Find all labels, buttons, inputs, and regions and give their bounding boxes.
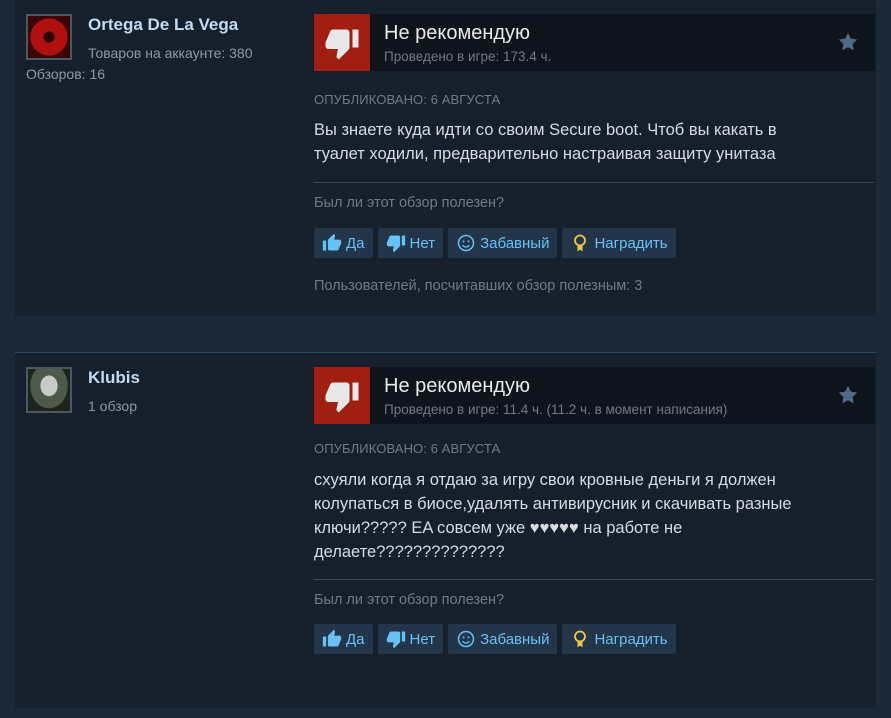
review-text-line: колупаться в биосе,удалять антивирусник … (314, 495, 792, 513)
helpful-count: Пользователей, посчитавших обзор полезны… (314, 278, 643, 294)
reviews-count[interactable]: 1 обзор (88, 398, 137, 414)
posted-date: ОПУБЛИКОВАНО: 6 АВГУСТА (314, 441, 501, 456)
award-label: Наградить (594, 234, 668, 252)
playtime: Проведено в игре: 11.4 ч. (11.2 ч. в мом… (384, 402, 728, 417)
vote-no-label: Нет (409, 234, 436, 252)
thumb-up-icon (322, 233, 342, 251)
thumb-down-icon (386, 235, 405, 253)
thumb-down-icon (325, 29, 359, 59)
products-count[interactable]: Товаров на аккаунте: 380 (88, 45, 253, 61)
divider (314, 182, 874, 183)
playtime: Проведено в игре: 173.4 ч. (384, 49, 552, 64)
vote-yes-label: Да (346, 630, 365, 648)
thumb-down-icon (325, 382, 359, 412)
posted-date: ОПУБЛИКОВАНО: 6 АВГУСТА (314, 92, 501, 107)
avatar[interactable] (26, 367, 72, 413)
vote-no-label: Нет (409, 630, 436, 648)
review-text-line: туалет ходили, предварительно настраивая… (314, 145, 776, 163)
review-text-line: схуяли когда я отдаю за игру свои кровны… (314, 471, 776, 489)
thumb-down-icon (386, 631, 405, 649)
vote-buttons: Да Нет Забавный Наградить (314, 228, 676, 258)
vote-funny-button[interactable]: Забавный (448, 624, 558, 654)
vote-yes-label: Да (346, 234, 365, 252)
review-card: Klubis 1 обзор Не рекомендую Проведено в… (15, 352, 876, 708)
helpful-question: Был ли этот обзор полезен? (314, 195, 505, 211)
thumb-down-badge (314, 14, 370, 71)
review-text-line: делаете?????????????? (314, 543, 505, 561)
award-icon (574, 234, 587, 252)
vote-funny-button[interactable]: Забавный (448, 228, 558, 258)
star-icon[interactable] (837, 384, 859, 406)
vote-no-button[interactable]: Нет (377, 624, 444, 654)
review-text-line: Вы знаете куда идти со своим Secure boot… (314, 121, 777, 139)
vote-header[interactable]: Не рекомендую Проведено в игре: 11.4 ч. … (314, 367, 875, 424)
vote-funny-label: Забавный (480, 234, 550, 252)
award-button[interactable]: Наградить (562, 228, 676, 258)
thumb-down-badge (314, 367, 370, 424)
thumb-up-icon (322, 629, 342, 647)
reviews-count[interactable]: Обзоров: 16 (26, 66, 105, 82)
vote-yes-button[interactable]: Да (314, 228, 373, 258)
star-icon[interactable] (837, 31, 859, 53)
smile-icon (457, 630, 475, 648)
username[interactable]: Klubis (88, 368, 140, 388)
smile-icon (457, 234, 475, 252)
verdict-label: Не рекомендую (384, 22, 531, 44)
avatar[interactable] (26, 14, 72, 60)
helpful-question: Был ли этот обзор полезен? (314, 592, 505, 608)
review-text-line: ключи????? EA совсем уже ♥♥♥♥♥ на работе… (314, 519, 683, 537)
award-button[interactable]: Наградить (562, 624, 676, 654)
vote-no-button[interactable]: Нет (377, 228, 444, 258)
review-text: Вы знаете куда идти со своим Secure boot… (314, 118, 854, 166)
vote-yes-button[interactable]: Да (314, 624, 373, 654)
divider (314, 579, 874, 580)
username[interactable]: Ortega De La Vega (88, 15, 238, 35)
vote-header[interactable]: Не рекомендую Проведено в игре: 173.4 ч. (314, 14, 875, 71)
vote-funny-label: Забавный (480, 630, 550, 648)
verdict-label: Не рекомендую (384, 375, 531, 397)
award-icon (574, 630, 587, 648)
review-text: схуяли когда я отдаю за игру свои кровны… (314, 468, 854, 564)
award-label: Наградить (594, 630, 668, 648)
review-card: Ortega De La Vega Товаров на аккаунте: 3… (15, 0, 876, 316)
vote-buttons: Да Нет Забавный Наградить (314, 624, 676, 654)
